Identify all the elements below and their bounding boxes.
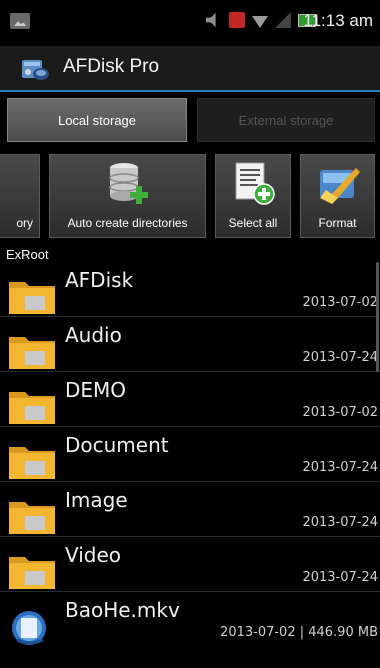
folder-icon (9, 447, 55, 479)
storage-tabs: Local storage External storage (0, 92, 380, 150)
folder-icon (9, 337, 55, 369)
status-icons (206, 12, 316, 28)
format-button[interactable]: Format (300, 154, 375, 238)
file-name: Image (65, 488, 128, 512)
file-meta: 2013-07-24 (302, 515, 378, 530)
file-name: Video (65, 543, 122, 567)
auto-create-directories-label: Auto create directories (67, 216, 188, 230)
file-meta: 2013-07-24 (302, 570, 378, 585)
mute-icon (206, 12, 216, 28)
folder-icon (9, 502, 55, 534)
file-name: Document (65, 433, 169, 457)
file-list: AFDisk 2013-07-02 Audio 2013-07-24 DEMO … (0, 262, 380, 646)
folder-icon (9, 557, 55, 589)
afdisk-app-icon[interactable] (20, 54, 50, 82)
image-notification-icon (10, 13, 30, 29)
tab-local-storage[interactable]: Local storage (7, 98, 187, 142)
list-item[interactable]: Video 2013-07-24 (0, 537, 380, 592)
video-file-icon (12, 611, 46, 645)
format-label: Format (318, 216, 357, 230)
signal-icon (275, 12, 291, 28)
alert-icon (229, 12, 245, 28)
file-meta: 2013-07-02 (302, 405, 378, 420)
folder-icon (9, 282, 55, 314)
status-time: 11:13 am (303, 11, 373, 30)
file-name: DEMO (65, 378, 127, 402)
list-item[interactable]: Audio 2013-07-24 (0, 317, 380, 372)
app-title: AFDisk Pro (63, 56, 160, 77)
file-name: BaoHe.mkv (65, 598, 180, 622)
file-meta: 2013-07-24 (302, 460, 378, 475)
database-add-icon (108, 163, 148, 204)
current-path: ExRoot (6, 247, 49, 262)
file-meta: 2013-07-02 | 446.90 MB (220, 625, 378, 640)
list-item[interactable]: Image 2013-07-24 (0, 482, 380, 537)
list-item[interactable]: AFDisk 2013-07-02 (0, 262, 380, 317)
list-item[interactable]: DEMO 2013-07-02 (0, 372, 380, 427)
format-broom-icon (319, 168, 360, 204)
file-meta: 2013-07-24 (302, 350, 378, 365)
directory-button[interactable]: ory (0, 154, 40, 238)
auto-create-directories-button[interactable]: Auto create directories (49, 154, 206, 238)
document-add-icon (235, 162, 275, 205)
directory-button-label: ory (16, 216, 33, 230)
toolbar: ory Auto create directories Select all F… (0, 150, 380, 242)
wifi-icon (252, 16, 268, 28)
tab-external-storage[interactable]: External storage (197, 98, 375, 142)
select-all-label: Select all (228, 216, 278, 230)
list-item[interactable]: BaoHe.mkv 2013-07-02 | 446.90 MB (0, 592, 380, 646)
select-all-button[interactable]: Select all (215, 154, 291, 238)
list-scrollbar[interactable] (376, 262, 379, 372)
file-name: Audio (65, 323, 122, 347)
file-name: AFDisk (65, 268, 134, 292)
folder-icon (9, 392, 55, 424)
file-meta: 2013-07-02 (302, 295, 378, 310)
list-item[interactable]: Document 2013-07-24 (0, 427, 380, 482)
action-bar: AFDisk Pro (0, 46, 380, 92)
status-bar: 11:13 am (0, 0, 380, 46)
